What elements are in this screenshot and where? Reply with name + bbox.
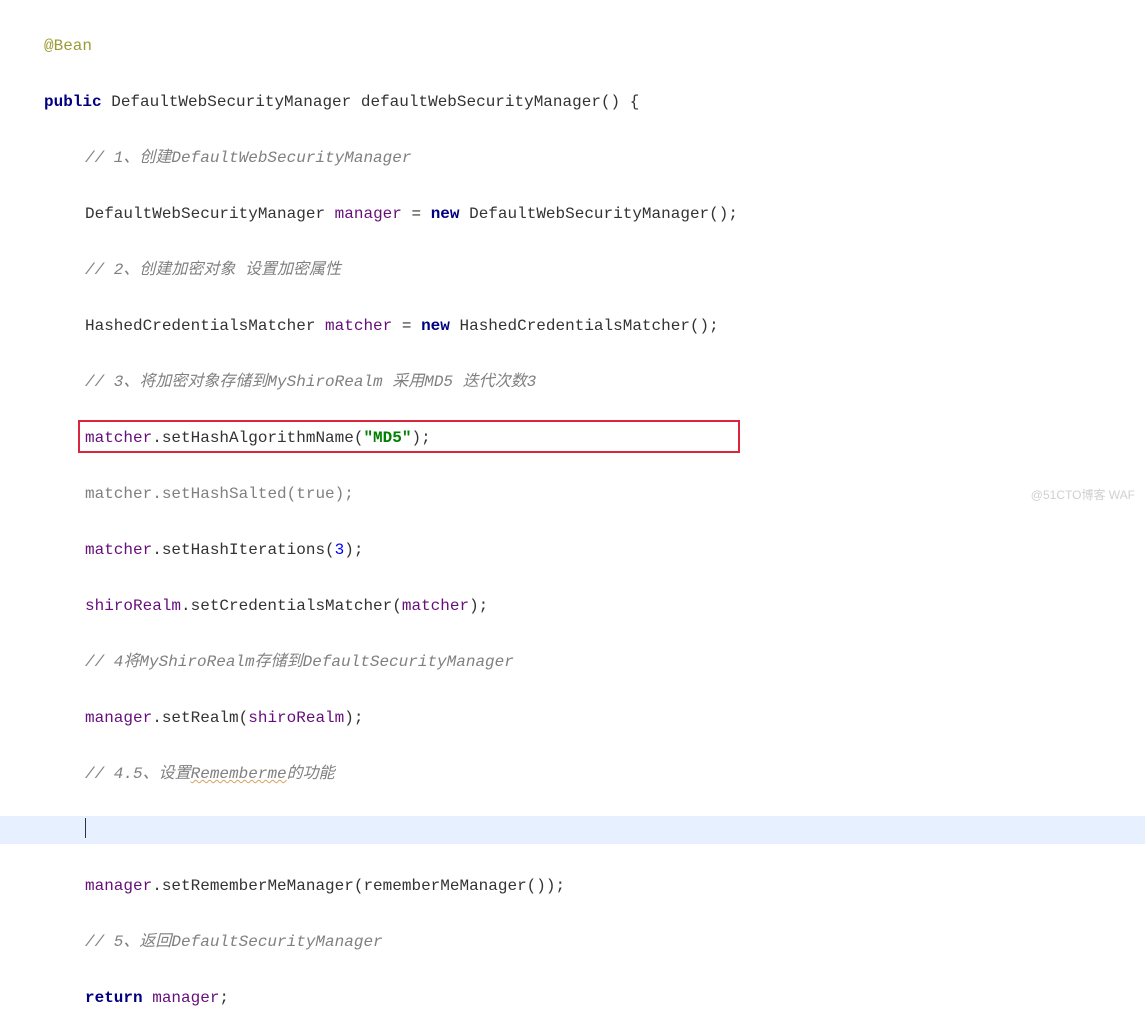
var-shirorealm: shiroRealm (85, 597, 181, 615)
call-sethashiter: .setHashIterations( (152, 541, 334, 559)
var-matcher: matcher (85, 429, 152, 447)
arg-matcher: matcher (402, 597, 469, 615)
comment-4: // 4将MyShiroRealm存储到DefaultSecurityManag… (85, 653, 514, 671)
comment-45: // 4.5、设置Rememberme的功能 (85, 765, 335, 783)
text-caret (85, 818, 86, 838)
call-setrealm: .setRealm( (152, 709, 248, 727)
keyword-return: return (85, 989, 143, 1007)
type-hcm: HashedCredentialsMatcher (85, 317, 315, 335)
var-matcher: matcher (85, 541, 152, 559)
return-var: manager (143, 989, 220, 1007)
string-md5: "MD5" (363, 429, 411, 447)
keyword-new: new (421, 317, 450, 335)
call-sethashsalted: .setHashSalted( (152, 485, 296, 503)
return-type: DefaultWebSecurityManager (111, 93, 351, 111)
ctor-dwsm: DefaultWebSecurityManager(); (460, 205, 738, 223)
comment-2: // 2、创建加密对象 设置加密属性 (85, 261, 341, 279)
comment-5: // 5、返回DefaultSecurityManager (85, 933, 383, 951)
keyword-new: new (431, 205, 460, 223)
var-manager: manager (335, 205, 402, 223)
keyword-public: public (44, 93, 102, 111)
call-setcredmatcher: .setCredentialsMatcher( (181, 597, 402, 615)
comment-1: // 1、创建DefaultWebSecurityManager (85, 149, 411, 167)
call-sethashalg: .setHashAlgorithmName( (152, 429, 363, 447)
call-setremembermemgr: .setRememberMeManager(rememberMeManager(… (152, 877, 565, 895)
watermark: @51CTO博客 WAF (1031, 481, 1135, 509)
number-3: 3 (335, 541, 345, 559)
comment-3: // 3、将加密对象存储到MyShiroRealm 采用MD5 迭代次数3 (85, 373, 536, 391)
type-dwsm: DefaultWebSecurityManager (85, 205, 325, 223)
ctor-hcm: HashedCredentialsMatcher(); (450, 317, 719, 335)
arg-shirorealm: shiroRealm (248, 709, 344, 727)
var-manager: manager (85, 709, 152, 727)
var-matcher: matcher (325, 317, 392, 335)
code-block: @Bean public DefaultWebSecurityManager d… (0, 4, 1145, 1030)
var-manager: manager (85, 877, 152, 895)
annotation-bean: @Bean (44, 37, 92, 55)
method-name: defaultWebSecurityManager (361, 93, 601, 111)
cursor-line (0, 816, 1145, 844)
bool-true: true (296, 485, 334, 503)
var-matcher: matcher (85, 485, 152, 503)
method-paren: () { (601, 93, 639, 111)
